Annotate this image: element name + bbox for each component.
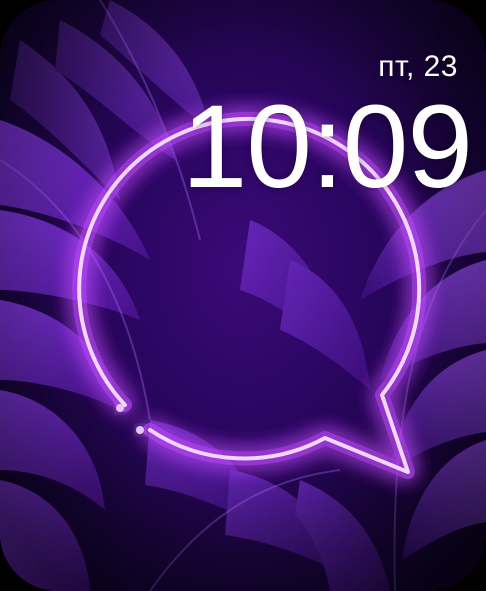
time-label: 10:09 xyxy=(181,81,473,213)
date-label: пт, 23 xyxy=(378,50,458,83)
watch-face: пт, 23 10:09 xyxy=(0,0,486,591)
